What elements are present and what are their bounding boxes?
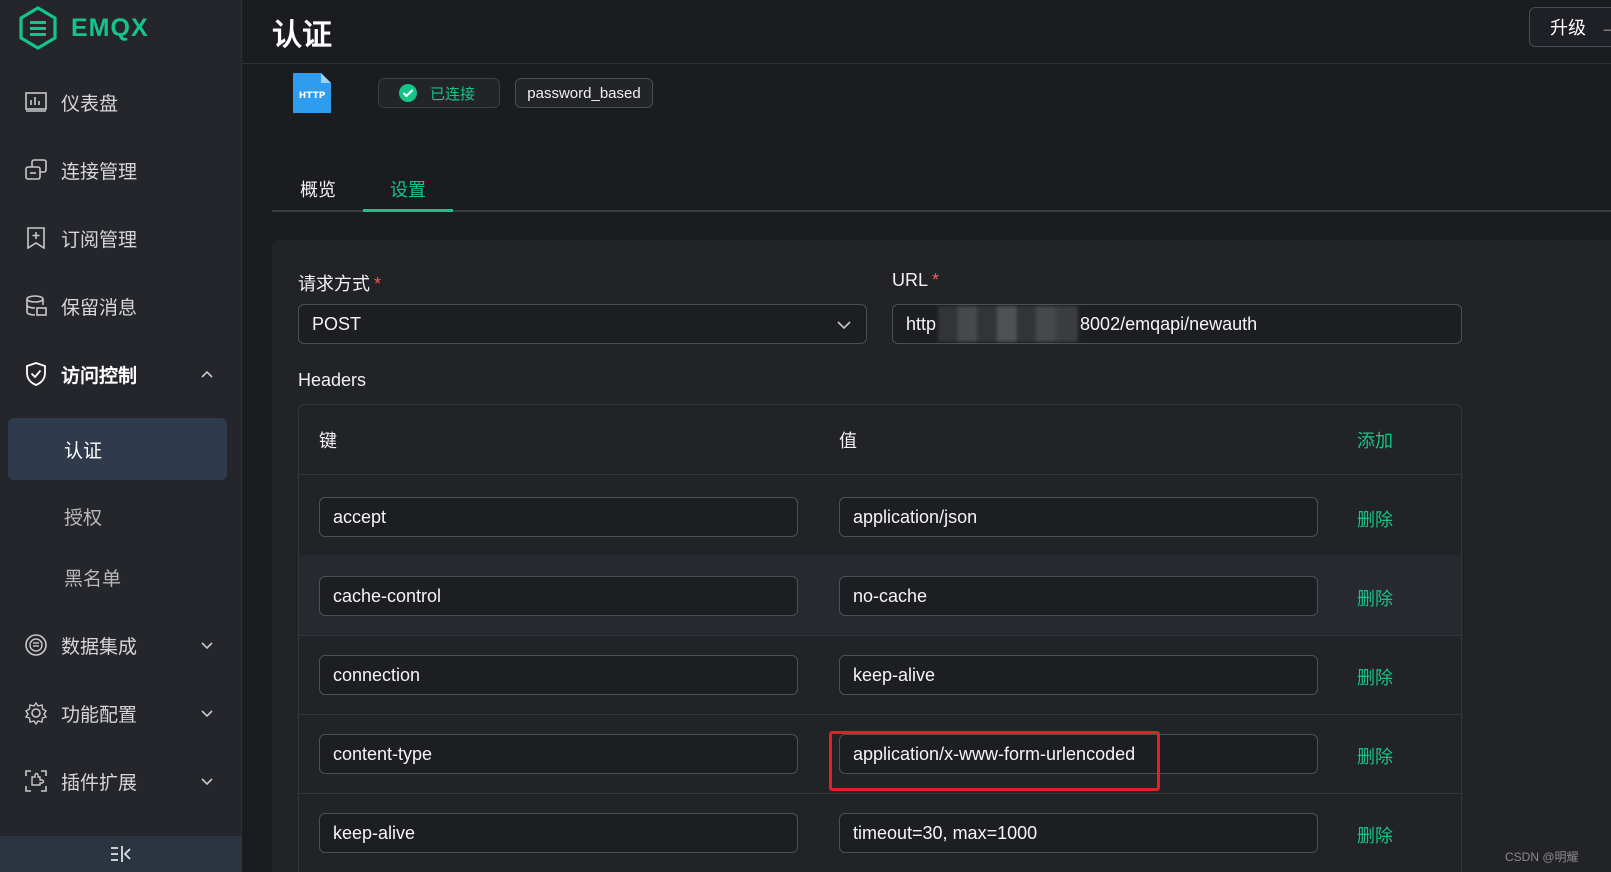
check-circle-icon bbox=[399, 84, 417, 102]
brand-name: EMQX bbox=[71, 13, 149, 42]
emqx-logo-icon bbox=[19, 6, 57, 50]
method-label-text: 请求方式 bbox=[298, 274, 370, 294]
upgrade-button[interactable]: 升级 → bbox=[1529, 7, 1611, 47]
http-backend-icon: HTTP bbox=[293, 73, 331, 113]
url-label: URL * bbox=[892, 270, 939, 291]
sidebar-subitem-label: 黑名单 bbox=[64, 568, 122, 590]
url-input[interactable]: http 8002/emqapi/newauth bbox=[892, 304, 1462, 344]
table-row: connection keep-alive 删除 bbox=[299, 634, 1461, 715]
delete-header-button[interactable]: 删除 bbox=[1357, 506, 1393, 532]
connections-icon bbox=[24, 158, 48, 182]
sidebar-item-access-control[interactable]: 访问控制 bbox=[0, 349, 242, 399]
sidebar-subitem-label: 认证 bbox=[64, 440, 103, 462]
page-title: 认证 bbox=[272, 19, 332, 52]
retained-messages-icon bbox=[24, 294, 48, 318]
upgrade-label: 升级 bbox=[1550, 18, 1586, 38]
header-key-input[interactable]: keep-alive bbox=[319, 813, 798, 853]
sidebar-item-dashboard[interactable]: 仪表盘 bbox=[0, 77, 242, 127]
sidebar-subitem-blacklist[interactable]: 黑名单 bbox=[8, 546, 227, 608]
sidebar-item-label: 连接管理 bbox=[61, 161, 138, 183]
url-prefix: http bbox=[906, 313, 937, 334]
http-backend-label: HTTP bbox=[299, 91, 326, 101]
headers-table-header: 键 值 添加 bbox=[299, 405, 1461, 475]
sidebar: EMQX 仪表盘 连接管理 订阅管理 保留消息 访问控制 认证 授权 黑名单 数… bbox=[0, 0, 242, 872]
sidebar-subitem-authentication[interactable]: 认证 bbox=[8, 418, 227, 480]
sidebar-item-feature-config[interactable]: 功能配置 bbox=[0, 688, 242, 738]
redacted-host bbox=[938, 306, 1079, 342]
chevron-down-icon[interactable] bbox=[200, 706, 214, 720]
method-select[interactable]: POST bbox=[298, 304, 867, 344]
active-tab-indicator bbox=[363, 209, 453, 212]
sidebar-item-label: 数据集成 bbox=[61, 636, 138, 658]
data-integration-icon bbox=[24, 633, 48, 657]
sidebar-collapse-button[interactable] bbox=[0, 836, 242, 872]
url-suffix: 8002/emqapi/newauth bbox=[1080, 313, 1258, 334]
collapse-sidebar-icon bbox=[111, 846, 131, 862]
sidebar-subitem-label: 授权 bbox=[64, 507, 103, 529]
sidebar-item-label: 订阅管理 bbox=[61, 229, 138, 251]
tab-overview[interactable]: 概览 bbox=[300, 176, 336, 202]
chevron-down-icon[interactable] bbox=[200, 638, 214, 652]
table-row: cache-control no-cache 删除 bbox=[299, 555, 1461, 636]
header-value-input[interactable]: no-cache bbox=[839, 576, 1318, 616]
url-label-text: URL bbox=[892, 270, 929, 290]
highlight-box bbox=[829, 731, 1160, 791]
headers-table: 键 值 添加 accept application/json 删除 cache-… bbox=[298, 404, 1462, 872]
top-header: 认证 升级 → bbox=[242, 0, 1611, 64]
plugin-icon bbox=[24, 769, 48, 793]
sidebar-item-label: 功能配置 bbox=[61, 704, 138, 726]
chevron-down-icon[interactable] bbox=[200, 774, 214, 788]
sidebar-subitem-authorization[interactable]: 授权 bbox=[8, 485, 227, 547]
method-label: 请求方式 * bbox=[298, 270, 381, 296]
settings-gear-icon bbox=[24, 701, 48, 725]
header-value-input[interactable]: application/json bbox=[839, 497, 1318, 537]
emqx-logo[interactable]: EMQX bbox=[18, 6, 149, 50]
tab-bar: 概览 设置 bbox=[272, 164, 1611, 212]
required-marker: * bbox=[374, 274, 382, 294]
header-value-input[interactable]: keep-alive bbox=[839, 655, 1318, 695]
column-header-key: 键 bbox=[319, 431, 337, 451]
status-badge: 已连接 bbox=[378, 78, 500, 108]
chevron-down-icon bbox=[837, 321, 851, 330]
tab-settings[interactable]: 设置 bbox=[390, 176, 426, 202]
header-key-input[interactable]: connection bbox=[319, 655, 798, 695]
add-header-button[interactable]: 添加 bbox=[1357, 427, 1393, 453]
mechanism-badge: password_based bbox=[515, 78, 653, 108]
chevron-up-icon[interactable] bbox=[200, 367, 214, 381]
sidebar-item-data-integration[interactable]: 数据集成 bbox=[0, 620, 242, 670]
watermark: CSDN @明耀 bbox=[1505, 850, 1579, 864]
subscriptions-icon bbox=[24, 226, 48, 250]
shield-icon bbox=[24, 362, 48, 386]
header-key-input[interactable]: accept bbox=[319, 497, 798, 537]
column-header-value: 值 bbox=[839, 431, 857, 451]
table-row: keep-alive timeout=30, max=1000 删除 bbox=[299, 792, 1461, 872]
headers-title: Headers bbox=[298, 370, 367, 390]
sidebar-item-label: 插件扩展 bbox=[61, 772, 138, 794]
delete-header-button[interactable]: 删除 bbox=[1357, 585, 1393, 611]
sidebar-item-plugins[interactable]: 插件扩展 bbox=[0, 756, 242, 806]
header-value-input[interactable]: timeout=30, max=1000 bbox=[839, 813, 1318, 853]
sidebar-item-retained-messages[interactable]: 保留消息 bbox=[0, 281, 242, 331]
delete-header-button[interactable]: 删除 bbox=[1357, 822, 1393, 848]
header-key-input[interactable]: content-type bbox=[319, 734, 798, 774]
arrow-right-icon: → bbox=[1600, 16, 1611, 37]
sidebar-item-label: 仪表盘 bbox=[61, 93, 119, 115]
header-key-input[interactable]: cache-control bbox=[319, 576, 798, 616]
table-row: accept application/json 删除 bbox=[299, 476, 1461, 557]
dashboard-icon bbox=[24, 90, 48, 114]
sidebar-item-label: 访问控制 bbox=[61, 365, 138, 387]
delete-header-button[interactable]: 删除 bbox=[1357, 743, 1393, 769]
required-marker: * bbox=[932, 270, 940, 290]
method-select-value: POST bbox=[312, 313, 362, 334]
delete-header-button[interactable]: 删除 bbox=[1357, 664, 1393, 690]
sidebar-item-label: 保留消息 bbox=[61, 297, 138, 319]
sidebar-item-subscriptions[interactable]: 订阅管理 bbox=[0, 213, 242, 263]
status-text: 已连接 bbox=[430, 85, 476, 103]
sidebar-item-connections[interactable]: 连接管理 bbox=[0, 145, 242, 195]
